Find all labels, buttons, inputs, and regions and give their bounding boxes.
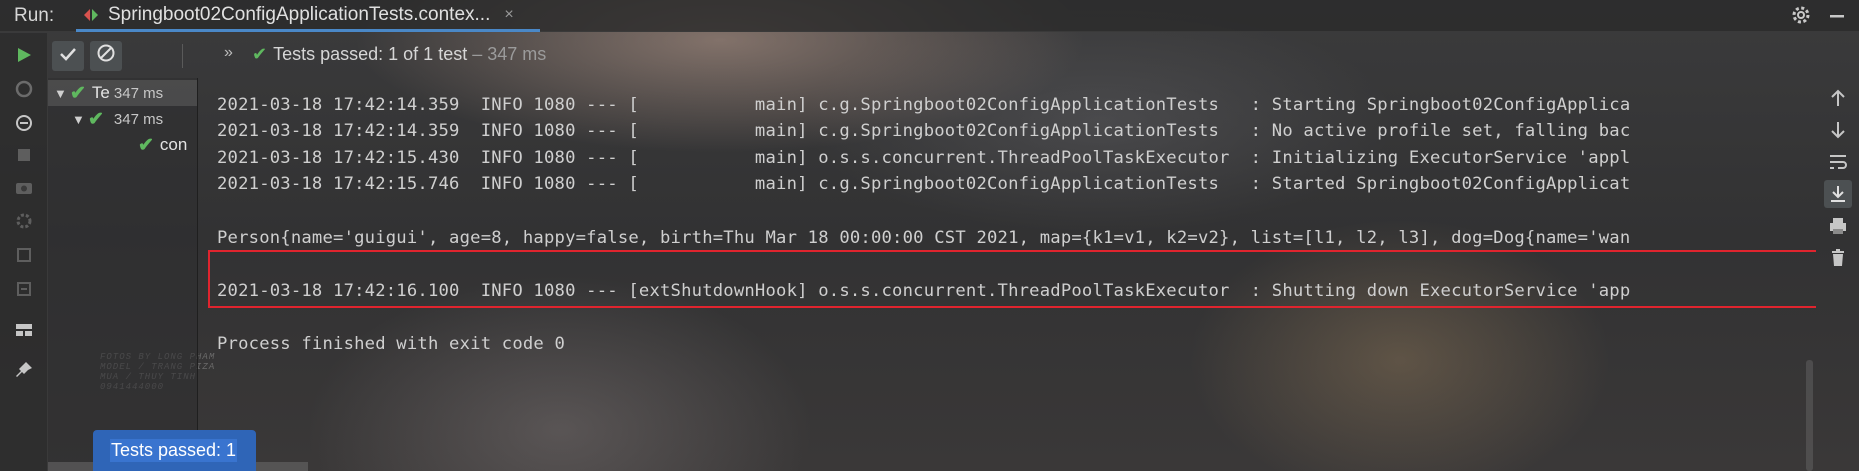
log-line: 2021-03-18 17:42:16.100 INFO 1080 --- [e…: [217, 281, 1631, 301]
tab-title: Springboot02ConfigApplicationTests.conte…: [108, 3, 491, 25]
right-toolbar: [1816, 78, 1859, 471]
run-config-icon: [82, 6, 100, 24]
ignored-icon: [96, 43, 116, 69]
status-time: – 347 ms: [467, 44, 547, 64]
run-label: Run:: [14, 5, 55, 26]
show-passed-button[interactable]: [52, 41, 84, 71]
gear-icon[interactable]: [1790, 4, 1812, 32]
run-tool-window-header: Run: Springboot02ConfigApplicationTests.…: [0, 0, 1859, 32]
test-toolbar: » ✔ Tests passed: 1 of 1 test – 347 ms: [48, 38, 848, 74]
exit-code-line: Process finished with exit code 0: [217, 334, 566, 354]
vertical-scrollbar[interactable]: [1806, 360, 1813, 471]
popup-text: Tests passed: 1: [110, 439, 238, 462]
stop-icon: [12, 143, 36, 167]
show-ignored-button[interactable]: [90, 41, 122, 71]
settings-gear-icon: [12, 209, 36, 233]
check-icon: [59, 45, 77, 68]
pass-check-icon: ✔: [88, 108, 104, 130]
tree-node-root[interactable]: ▼ ✔ Te 347 ms: [48, 80, 197, 106]
log-line: 2021-03-18 17:42:15.746 INFO 1080 --- [ …: [217, 174, 1631, 194]
camera-icon: [12, 175, 36, 199]
log-line: 2021-03-18 17:42:14.359 INFO 1080 --- [ …: [217, 121, 1631, 141]
trash-icon[interactable]: [1826, 246, 1850, 270]
layout-icon[interactable]: [12, 318, 36, 342]
test-status-summary: ✔ Tests passed: 1 of 1 test – 347 ms: [252, 44, 546, 65]
scroll-to-end-icon[interactable]: [1824, 180, 1852, 208]
tree-node-time: 347 ms: [113, 110, 164, 128]
tree-node-label: con: [159, 135, 188, 154]
print-icon[interactable]: [1826, 214, 1850, 238]
status-suffix: of 1 test: [398, 44, 468, 64]
tree-node-time: 347 ms: [113, 84, 164, 102]
arrow-up-icon[interactable]: [1826, 86, 1850, 110]
tree-node-label: Te: [91, 83, 110, 102]
pass-check-icon: ✔: [70, 82, 86, 104]
tests-passed-popup[interactable]: Tests passed: 1: [93, 430, 256, 471]
test-tree: ▼ ✔ Te 347 ms ▼ ✔ 347 ms ✔ con: [48, 78, 198, 471]
expand-triangle-icon[interactable]: ▼: [72, 112, 88, 127]
rerun-failed-icon: [12, 77, 36, 101]
console-output[interactable]: 2021-03-18 17:42:14.359 INFO 1080 --- [ …: [200, 78, 1816, 471]
log-line: 2021-03-18 17:42:14.359 INFO 1080 --- [ …: [217, 95, 1631, 115]
tree-node-method[interactable]: ✔ con: [138, 132, 187, 158]
toolbar-separator: [182, 44, 183, 68]
person-output-line: Person{name='guigui', age=8, happy=false…: [217, 228, 1631, 248]
pass-check-icon: ✔: [252, 44, 268, 64]
log-line: 2021-03-18 17:42:15.430 INFO 1080 --- [ …: [217, 148, 1631, 168]
left-toolbar: [0, 33, 48, 471]
import-icon: [12, 277, 36, 301]
export-icon: [12, 243, 36, 267]
status-prefix: Tests passed:: [273, 44, 389, 64]
close-icon[interactable]: ×: [504, 6, 513, 24]
pin-icon[interactable]: [12, 358, 36, 382]
run-config-tab[interactable]: Springboot02ConfigApplicationTests.conte…: [76, 0, 540, 32]
pass-check-icon: ✔: [138, 134, 154, 156]
arrow-down-icon[interactable]: [1826, 118, 1850, 142]
minimize-icon[interactable]: [1826, 4, 1848, 32]
toggle-auto-test-icon[interactable]: [12, 111, 36, 135]
chevron-right-icon[interactable]: »: [224, 44, 233, 62]
expand-triangle-icon[interactable]: ▼: [54, 86, 70, 101]
soft-wrap-icon[interactable]: [1826, 150, 1850, 174]
play-icon[interactable]: [12, 43, 36, 67]
tree-node-class[interactable]: ▼ ✔ 347 ms: [72, 106, 163, 132]
status-count: 1: [388, 44, 399, 64]
